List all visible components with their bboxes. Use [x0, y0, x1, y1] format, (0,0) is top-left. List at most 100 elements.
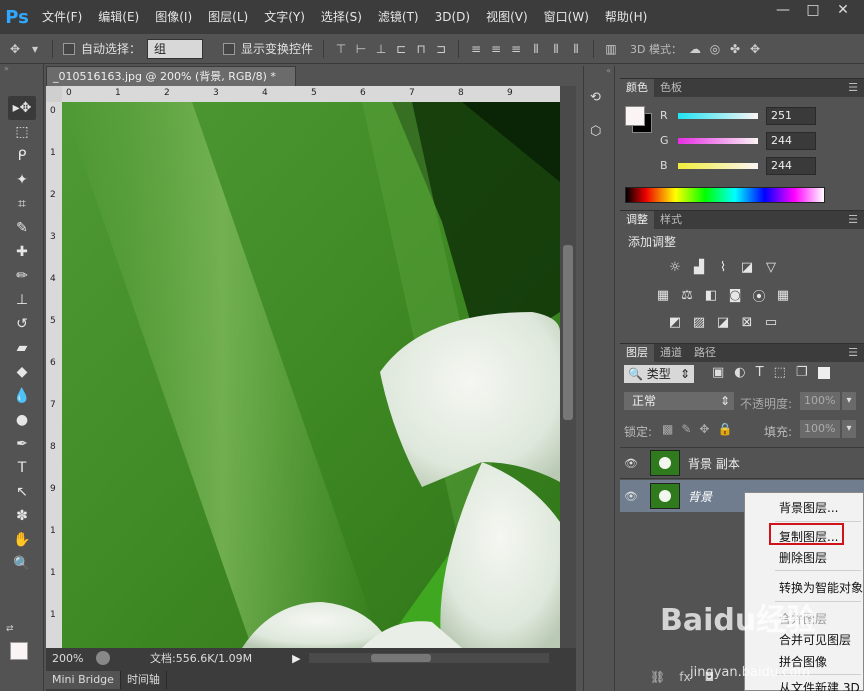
blend-mode-dropdown[interactable]: 正常 ⇕	[624, 392, 734, 410]
opacity-value[interactable]: 100%	[800, 392, 840, 410]
lock-position-icon[interactable]: ✥	[699, 422, 709, 436]
red-value[interactable]: 251	[766, 107, 816, 125]
tab-mini-bridge[interactable]: Mini Bridge	[46, 670, 121, 689]
fx-icon[interactable]: fx	[679, 670, 690, 684]
collapse-icon[interactable]: «	[584, 66, 614, 76]
invert-icon[interactable]: ◩	[666, 314, 684, 330]
auto-select-dropdown[interactable]: 组	[147, 38, 204, 59]
menu-item[interactable]: 编辑(E)	[90, 0, 147, 34]
layer-filter-dropdown[interactable]: 🔍 类型 ⇕	[624, 365, 694, 383]
tab-styles[interactable]: 样式	[654, 211, 688, 229]
vertical-scroll-thumb[interactable]	[563, 245, 573, 420]
document-tab[interactable]: _010516163.jpg @ 200% (背景, RGB/8) * ×	[46, 66, 296, 103]
menu-item[interactable]: 3D(D)	[427, 0, 478, 34]
menu-item-delete-layer[interactable]: 删除图层	[779, 549, 827, 566]
collapse-icon[interactable]: »	[0, 64, 43, 73]
color-lookup-icon[interactable]: ▦	[774, 287, 792, 303]
filter-toggle-icon[interactable]	[817, 367, 830, 379]
tab-color[interactable]: 颜色	[620, 79, 654, 97]
threshold-icon[interactable]: ◪	[714, 314, 732, 330]
type-tool-icon[interactable]: T	[8, 456, 36, 480]
menu-item[interactable]: 文件(F)	[34, 0, 90, 34]
chevron-down-icon[interactable]: ▾	[842, 392, 856, 410]
distribute-top-icon[interactable]: ≡	[469, 42, 483, 56]
adjustment-filter-icon[interactable]: ◐	[734, 365, 745, 380]
eyedropper-tool-icon[interactable]: ✎	[8, 216, 36, 240]
levels-icon[interactable]: ▟	[690, 259, 708, 275]
document-canvas[interactable]	[62, 102, 560, 648]
slide-3d-icon[interactable]: ✥	[748, 42, 762, 56]
pen-tool-icon[interactable]: ✒	[8, 432, 36, 456]
lock-transparent-icon[interactable]: ▩	[662, 422, 673, 436]
color-spectrum-bar[interactable]	[625, 187, 825, 203]
roll-3d-icon[interactable]: ◎	[708, 42, 722, 56]
align-bottom-icon[interactable]: ⊥	[374, 42, 388, 56]
lock-pixels-icon[interactable]: ✎	[681, 422, 691, 436]
minimize-button[interactable]: —	[768, 0, 798, 20]
menu-item[interactable]: 文字(Y)	[256, 0, 313, 34]
drag-3d-icon[interactable]: ✤	[728, 42, 742, 56]
swap-colors-icon[interactable]: ⇄	[6, 624, 14, 634]
history-brush-tool-icon[interactable]: ↺	[8, 312, 36, 336]
orbit-3d-icon[interactable]: ☁	[688, 42, 702, 56]
shape-filter-icon[interactable]: ⬚	[774, 365, 786, 380]
color-balance-icon[interactable]: ⚖	[678, 287, 696, 303]
hue-saturation-icon[interactable]: ▦	[654, 287, 672, 303]
visibility-eye-icon[interactable]: 👁	[620, 457, 642, 470]
status-arrow-icon[interactable]: ▶	[292, 652, 300, 665]
align-top-icon[interactable]: ⊤	[334, 42, 348, 56]
selective-color-icon[interactable]: ⊠	[738, 314, 756, 330]
fg-color-swatch[interactable]	[625, 106, 645, 126]
menu-item-background-layer[interactable]: 背景图层...	[779, 499, 838, 516]
zoom-tool-icon[interactable]: 🔍	[8, 552, 36, 576]
close-button[interactable]: ✕	[828, 0, 858, 20]
tab-swatches[interactable]: 色板	[654, 79, 688, 97]
move-tool-icon[interactable]: ✥	[8, 42, 22, 56]
tab-layers[interactable]: 图层	[620, 344, 654, 362]
panel-menu-icon[interactable]: ☰	[848, 79, 864, 97]
distribute-hcenter-icon[interactable]: ⦀	[549, 42, 563, 56]
align-left-icon[interactable]: ⊏	[394, 42, 408, 56]
green-slider[interactable]	[678, 137, 758, 144]
pixel-filter-icon[interactable]: ▣	[712, 365, 724, 380]
panel-menu-icon[interactable]: ☰	[848, 211, 864, 229]
horizontal-scroll-thumb[interactable]	[370, 654, 431, 662]
curves-icon[interactable]: ⌇	[714, 259, 732, 275]
tab-paths[interactable]: 路径	[688, 344, 722, 362]
menu-item[interactable]: 帮助(H)	[597, 0, 655, 34]
fill-value[interactable]: 100%	[800, 420, 840, 438]
blue-value[interactable]: 244	[766, 157, 816, 175]
healing-brush-tool-icon[interactable]: ✚	[8, 240, 36, 264]
maximize-button[interactable]: □	[798, 0, 828, 20]
distribute-bottom-icon[interactable]: ≡	[509, 42, 523, 56]
menu-item-convert-smart-object[interactable]: 转换为智能对象	[779, 579, 863, 596]
show-transform-checkbox[interactable]	[223, 42, 236, 55]
distribute-right-icon[interactable]: ⦀	[569, 42, 583, 56]
type-filter-icon[interactable]: T	[756, 365, 764, 380]
align-right-icon[interactable]: ⊐	[434, 42, 448, 56]
smart-object-filter-icon[interactable]: ❐	[796, 365, 808, 380]
lasso-tool-icon[interactable]: ᑭ	[8, 144, 36, 168]
menu-item[interactable]: 图像(I)	[147, 0, 200, 34]
clone-stamp-tool-icon[interactable]: ⊥	[8, 288, 36, 312]
distribute-left-icon[interactable]: ⦀	[529, 42, 543, 56]
foreground-color-swatch[interactable]	[10, 642, 28, 660]
history-panel-icon[interactable]: ⟲	[590, 90, 608, 108]
tab-adjustments[interactable]: 调整	[620, 211, 654, 229]
auto-align-icon[interactable]: ▥	[604, 42, 618, 56]
brightness-icon[interactable]: ☼	[666, 259, 684, 275]
menu-item[interactable]: 滤镜(T)	[370, 0, 427, 34]
marquee-tool-icon[interactable]: ⬚	[8, 120, 36, 144]
menu-item[interactable]: 窗口(W)	[536, 0, 597, 34]
chevron-down-icon[interactable]: ▾	[28, 42, 42, 56]
dodge-tool-icon[interactable]: ●	[8, 408, 36, 432]
tab-timeline[interactable]: 时间轴	[121, 670, 167, 689]
channel-mixer-icon[interactable]: ⦿	[750, 287, 768, 305]
menu-item[interactable]: 视图(V)	[478, 0, 536, 34]
blur-tool-icon[interactable]: 💧	[8, 384, 36, 408]
align-hcenter-icon[interactable]: ⊓	[414, 42, 428, 56]
magic-wand-tool-icon[interactable]: ✦	[8, 168, 36, 192]
horizontal-scrollbar[interactable]	[308, 653, 549, 663]
brush-tool-icon[interactable]: ✏	[8, 264, 36, 288]
align-vcenter-icon[interactable]: ⊢	[354, 42, 368, 56]
